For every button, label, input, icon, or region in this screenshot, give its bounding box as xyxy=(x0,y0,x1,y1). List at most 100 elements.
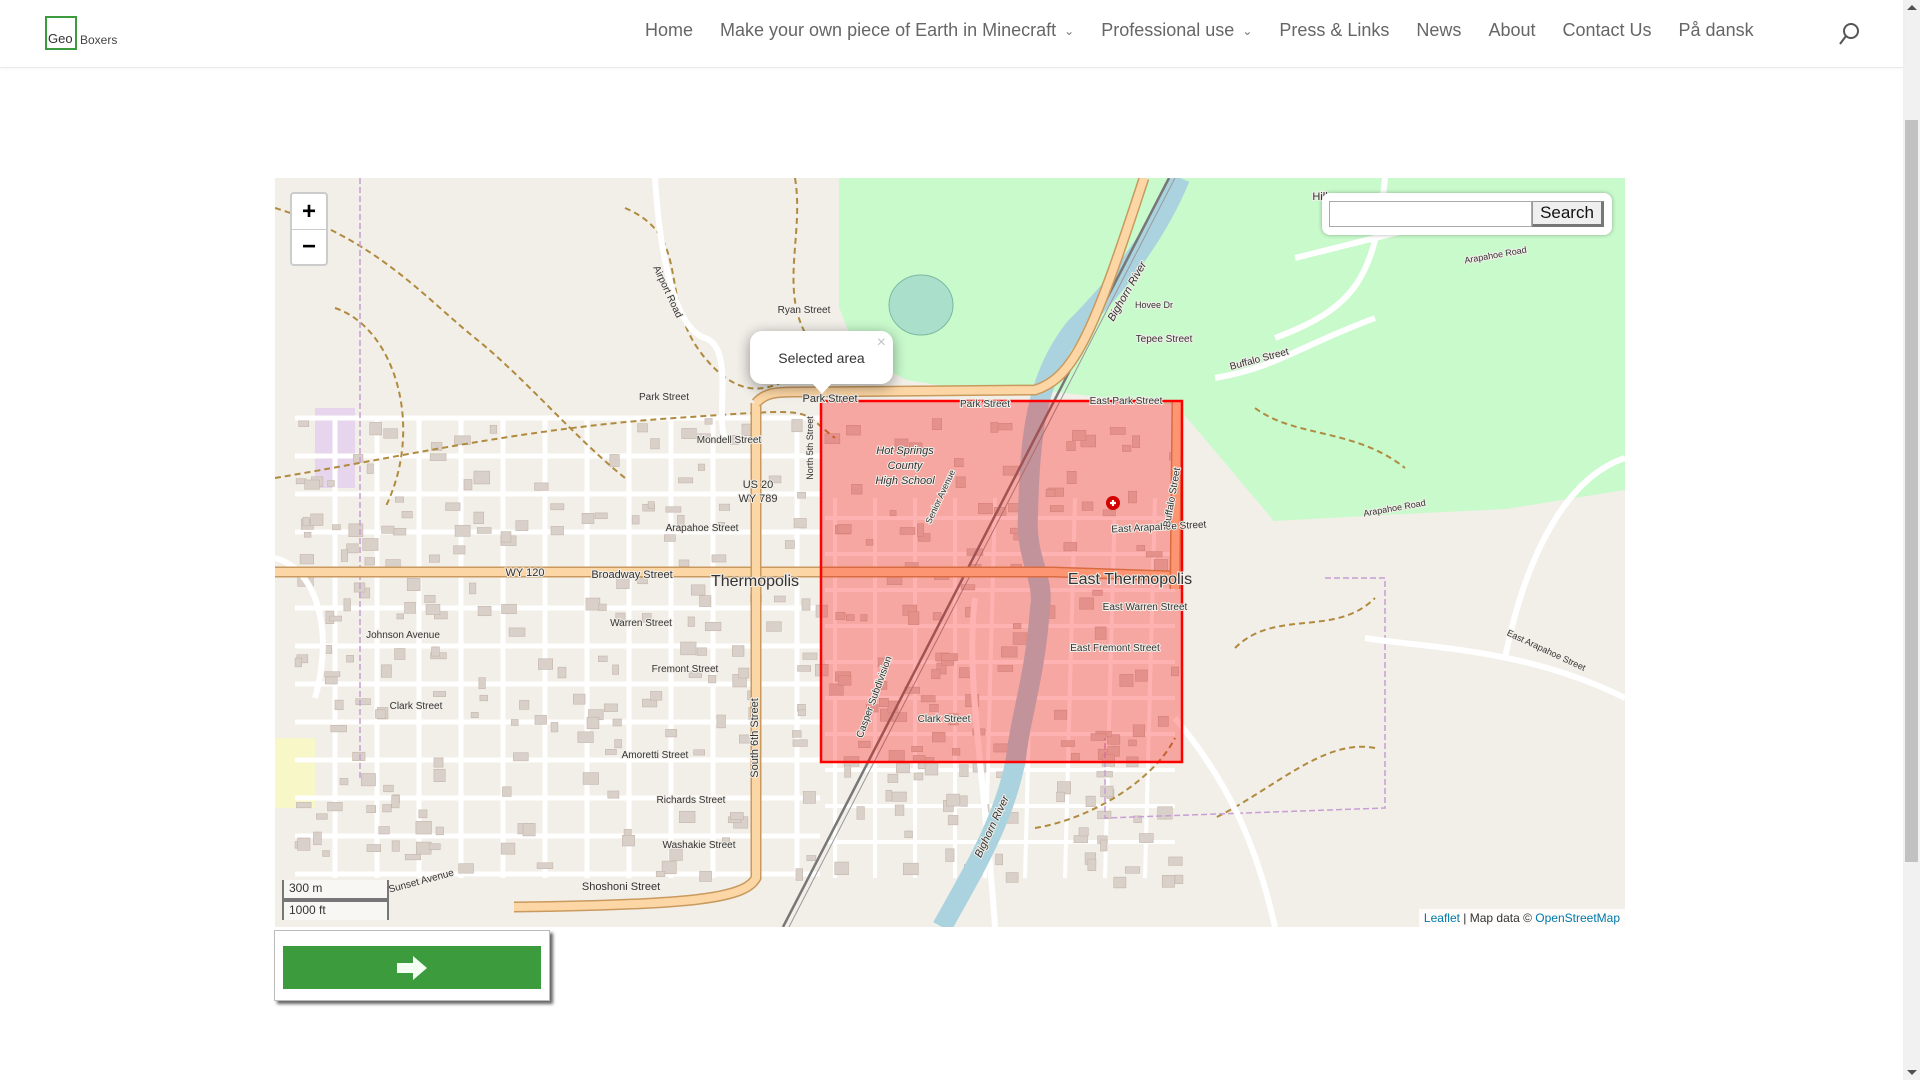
scale-imperial: 1000 ft xyxy=(282,900,389,920)
road xyxy=(1364,635,1625,701)
building xyxy=(401,511,413,519)
building xyxy=(364,557,375,566)
map[interactable]: Ryan Street Park Street Park Street Park St… xyxy=(275,178,1625,927)
nav-item-professional-use[interactable]: Professional use ⌄ xyxy=(1101,20,1252,41)
close-icon[interactable]: × xyxy=(877,334,886,352)
building xyxy=(1168,856,1183,866)
selected-area-popup: Selected area × xyxy=(750,331,893,394)
building xyxy=(324,677,338,685)
building xyxy=(903,862,919,876)
logo[interactable]: Geo Boxers xyxy=(45,16,117,50)
building xyxy=(396,613,404,620)
zoom-out-button[interactable]: − xyxy=(292,229,326,264)
page-scrollbar[interactable] xyxy=(1903,0,1920,1080)
logo-text-geo: Geo xyxy=(48,31,73,46)
building xyxy=(1139,833,1154,843)
building xyxy=(369,422,383,436)
building xyxy=(346,543,359,554)
building xyxy=(519,699,530,710)
nav-item-contact-us[interactable]: Contact Us xyxy=(1562,20,1651,41)
nav-item-make-your-own-piece-of-earth-in-minecraft[interactable]: Make your own piece of Earth in Minecraf… xyxy=(720,20,1074,41)
openstreetmap-link[interactable]: OpenStreetMap xyxy=(1535,911,1620,925)
building xyxy=(603,703,618,712)
building xyxy=(693,749,705,756)
building xyxy=(418,809,428,819)
building xyxy=(404,854,422,861)
building xyxy=(802,791,816,804)
building xyxy=(489,424,498,434)
building xyxy=(895,763,910,774)
building xyxy=(433,768,446,782)
scrollbar-thumb[interactable] xyxy=(1905,120,1918,862)
building xyxy=(479,694,488,702)
building xyxy=(622,834,635,847)
building xyxy=(470,712,479,719)
building xyxy=(327,802,343,812)
map-label: US 20 xyxy=(743,479,774,491)
building xyxy=(795,868,803,881)
map-label: Mondell Street xyxy=(697,435,762,446)
building xyxy=(784,540,795,549)
map-label: Park Street xyxy=(639,392,689,403)
nav-item-news[interactable]: News xyxy=(1416,20,1461,41)
building xyxy=(394,496,404,503)
building xyxy=(678,477,694,484)
nav-label: Press & Links xyxy=(1279,20,1390,40)
building xyxy=(631,515,640,525)
building xyxy=(322,850,330,857)
search-button[interactable]: Search xyxy=(1532,201,1604,227)
building xyxy=(894,804,905,816)
leaflet-link[interactable]: Leaflet xyxy=(1424,911,1460,925)
building xyxy=(500,842,516,855)
building xyxy=(343,598,351,612)
scroll-up-icon[interactable] xyxy=(1907,5,1917,10)
building xyxy=(680,641,697,656)
building xyxy=(310,513,324,526)
building xyxy=(433,691,447,697)
building xyxy=(394,648,406,660)
map-label: South 6th Street xyxy=(749,698,761,778)
map-label: Johnson Avenue xyxy=(366,630,440,641)
building xyxy=(891,791,907,802)
building xyxy=(665,506,682,513)
building xyxy=(581,513,595,524)
building xyxy=(433,757,444,768)
building xyxy=(302,516,310,527)
building xyxy=(732,645,745,657)
zoom-control: + − xyxy=(290,192,328,266)
nav-item-p-dansk[interactable]: På dansk xyxy=(1679,20,1754,41)
nav-item-about[interactable]: About xyxy=(1488,20,1535,41)
building xyxy=(538,658,553,670)
building xyxy=(510,719,519,726)
building xyxy=(598,603,607,611)
search-icon[interactable] xyxy=(1838,22,1860,46)
continue-button[interactable] xyxy=(283,946,541,989)
building xyxy=(550,503,565,511)
building xyxy=(687,616,695,627)
building xyxy=(296,802,312,809)
building xyxy=(844,765,852,778)
sports-field xyxy=(888,274,954,336)
building xyxy=(550,526,564,536)
building xyxy=(353,454,364,463)
site-header: Geo Boxers Home Make your own piece of Ea… xyxy=(0,0,1903,67)
building xyxy=(1124,866,1141,874)
map-label: Shoshoni Street xyxy=(582,881,660,893)
zoom-in-button[interactable]: + xyxy=(292,194,326,229)
building xyxy=(696,647,707,656)
logo-box: Geo xyxy=(45,16,77,50)
building xyxy=(797,709,806,717)
building xyxy=(502,786,512,797)
us-20-casing xyxy=(513,403,762,913)
search-input[interactable] xyxy=(1329,201,1532,227)
building xyxy=(557,666,567,679)
building xyxy=(655,870,666,877)
building xyxy=(1100,839,1108,852)
nav-item-press-links[interactable]: Press & Links xyxy=(1279,20,1389,41)
nav-item-home[interactable]: Home xyxy=(645,20,693,41)
scroll-down-icon[interactable] xyxy=(1907,1070,1917,1075)
building xyxy=(501,603,517,615)
map-label: Hot Springs xyxy=(876,445,934,457)
building xyxy=(904,830,913,839)
map-label: Park Street xyxy=(960,399,1010,410)
